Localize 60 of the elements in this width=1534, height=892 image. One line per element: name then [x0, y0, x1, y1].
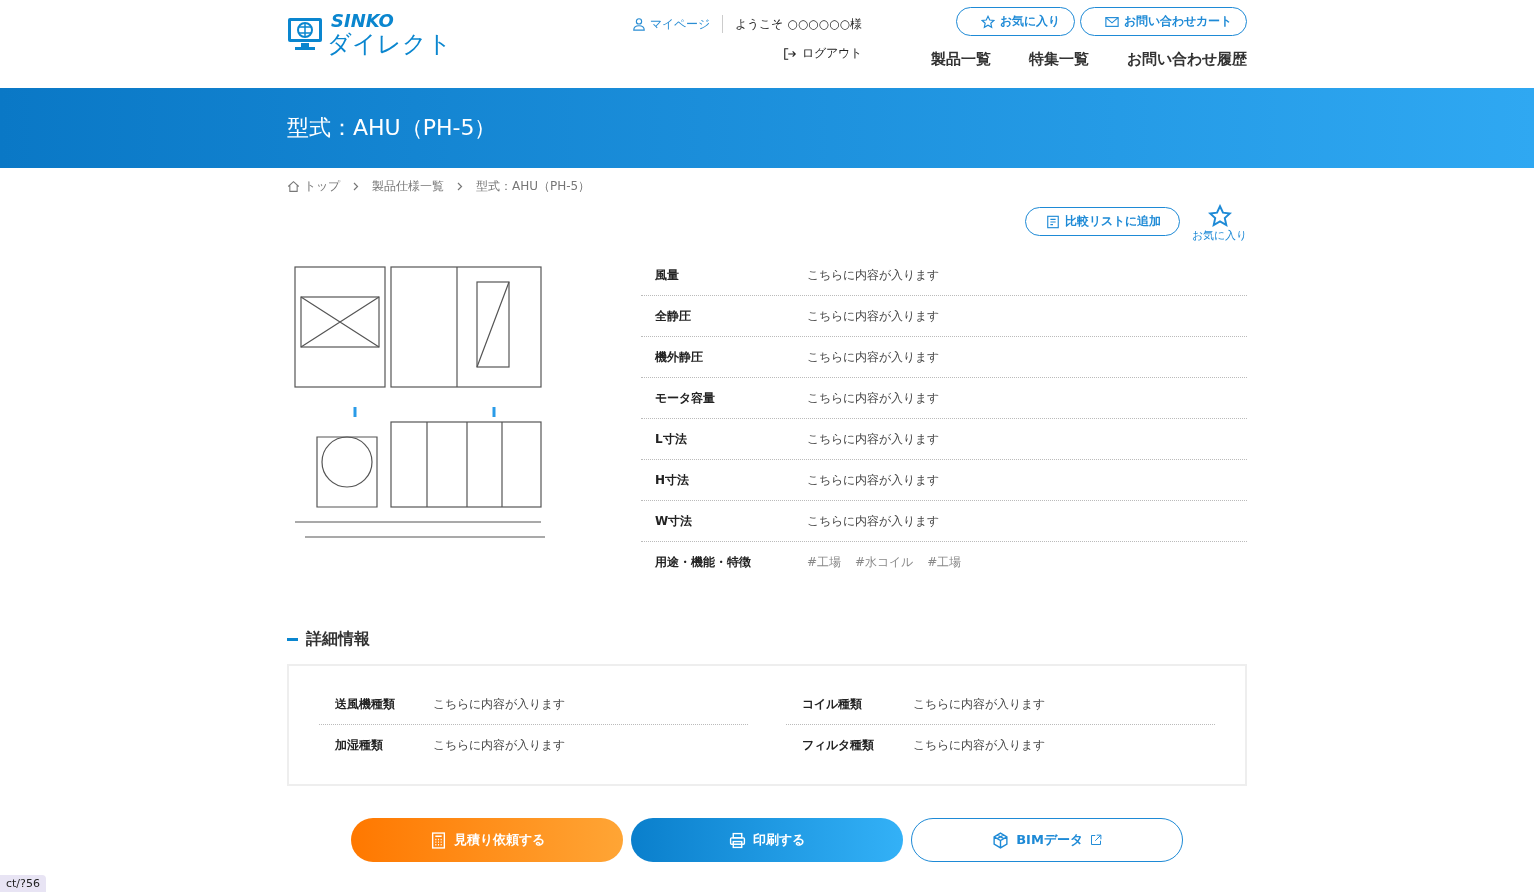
spec-label: 用途・機能・特徴: [655, 554, 752, 571]
detail-label: 加湿種類: [335, 737, 384, 754]
spec-label: モータ容量: [655, 389, 716, 407]
chevron-icon: [457, 182, 463, 191]
spec-value: こちらに内容が入ります: [807, 348, 939, 366]
detail-value: こちらに内容が入ります: [913, 737, 1045, 754]
mail-icon: [1105, 14, 1119, 29]
section-title: 詳細情報: [306, 629, 370, 650]
detail-label: コイル種類: [802, 695, 863, 713]
detail-value: こちらに内容が入ります: [433, 695, 565, 713]
quote-button[interactable]: 見積り依頼する: [351, 818, 623, 862]
logo-text[interactable]: ダイレクト: [327, 32, 452, 56]
welcome-text: ようこそ ○○○○○○様: [735, 15, 862, 33]
bim-button[interactable]: BIMデータ: [911, 818, 1183, 862]
star-icon: [1207, 204, 1232, 228]
detail-label: 送風機種類: [335, 695, 396, 713]
detail-value: こちらに内容が入ります: [433, 737, 565, 754]
favorites-button[interactable]: お気に入り: [956, 7, 1075, 36]
spec-value: こちらに内容が入ります: [807, 389, 939, 407]
nav-link[interactable]: お問い合わせ履歴: [1127, 50, 1247, 69]
favorite-toggle[interactable]: お気に入り: [1192, 204, 1247, 243]
spec-value: こちらに内容が入ります: [807, 266, 939, 284]
spec-value: こちらに内容が入ります: [807, 307, 939, 325]
tag-link[interactable]: #工場: [807, 554, 842, 571]
breadcrumb-current: 型式：AHU（PH-5）: [476, 178, 591, 195]
cube-icon: [992, 831, 1010, 849]
logout-link[interactable]: ログアウト: [783, 45, 862, 62]
mypage-link[interactable]: マイページ: [632, 15, 711, 33]
spec-label: W寸法: [655, 512, 694, 530]
spec-label: H寸法: [655, 471, 691, 489]
logo-wordmark[interactable]: SINKO: [331, 12, 452, 30]
printer-icon: [729, 831, 746, 849]
tag-link[interactable]: #水コイル: [855, 554, 914, 571]
spec-label: 風量: [655, 266, 680, 284]
tag-link[interactable]: #工場: [927, 554, 962, 571]
breadcrumb-link[interactable]: 製品仕様一覧: [372, 178, 444, 195]
spec-value: こちらに内容が入ります: [807, 471, 939, 489]
compare-button[interactable]: 比較リストに追加: [1025, 207, 1180, 236]
spec-label: L寸法: [655, 430, 688, 448]
nav-link[interactable]: 製品一覧: [931, 50, 991, 69]
spec-value: こちらに内容が入ります: [807, 430, 939, 448]
cart-button[interactable]: お問い合わせカート: [1080, 7, 1247, 36]
detail-value: こちらに内容が入ります: [913, 695, 1045, 713]
external-link-icon: [1089, 834, 1102, 846]
star-icon: [981, 14, 995, 29]
print-button[interactable]: 印刷する: [631, 818, 903, 862]
logout-icon: [783, 46, 797, 61]
nav-link[interactable]: 特集一覧: [1029, 50, 1089, 69]
spec-value: こちらに内容が入ります: [807, 512, 939, 530]
status-url: ct/?56: [0, 875, 46, 892]
detail-label: フィルタ種類: [802, 737, 875, 754]
page-title: 型式：AHU（PH-5）: [287, 114, 498, 142]
calculator-icon: [429, 831, 447, 849]
breadcrumb-link[interactable]: トップ: [287, 178, 340, 195]
person-icon: [632, 17, 647, 31]
spec-label: 全静圧: [655, 307, 692, 325]
home-icon: [287, 180, 300, 193]
spec-label: 機外静圧: [655, 348, 704, 366]
list-icon: [1046, 214, 1060, 229]
chevron-icon: [353, 182, 359, 191]
